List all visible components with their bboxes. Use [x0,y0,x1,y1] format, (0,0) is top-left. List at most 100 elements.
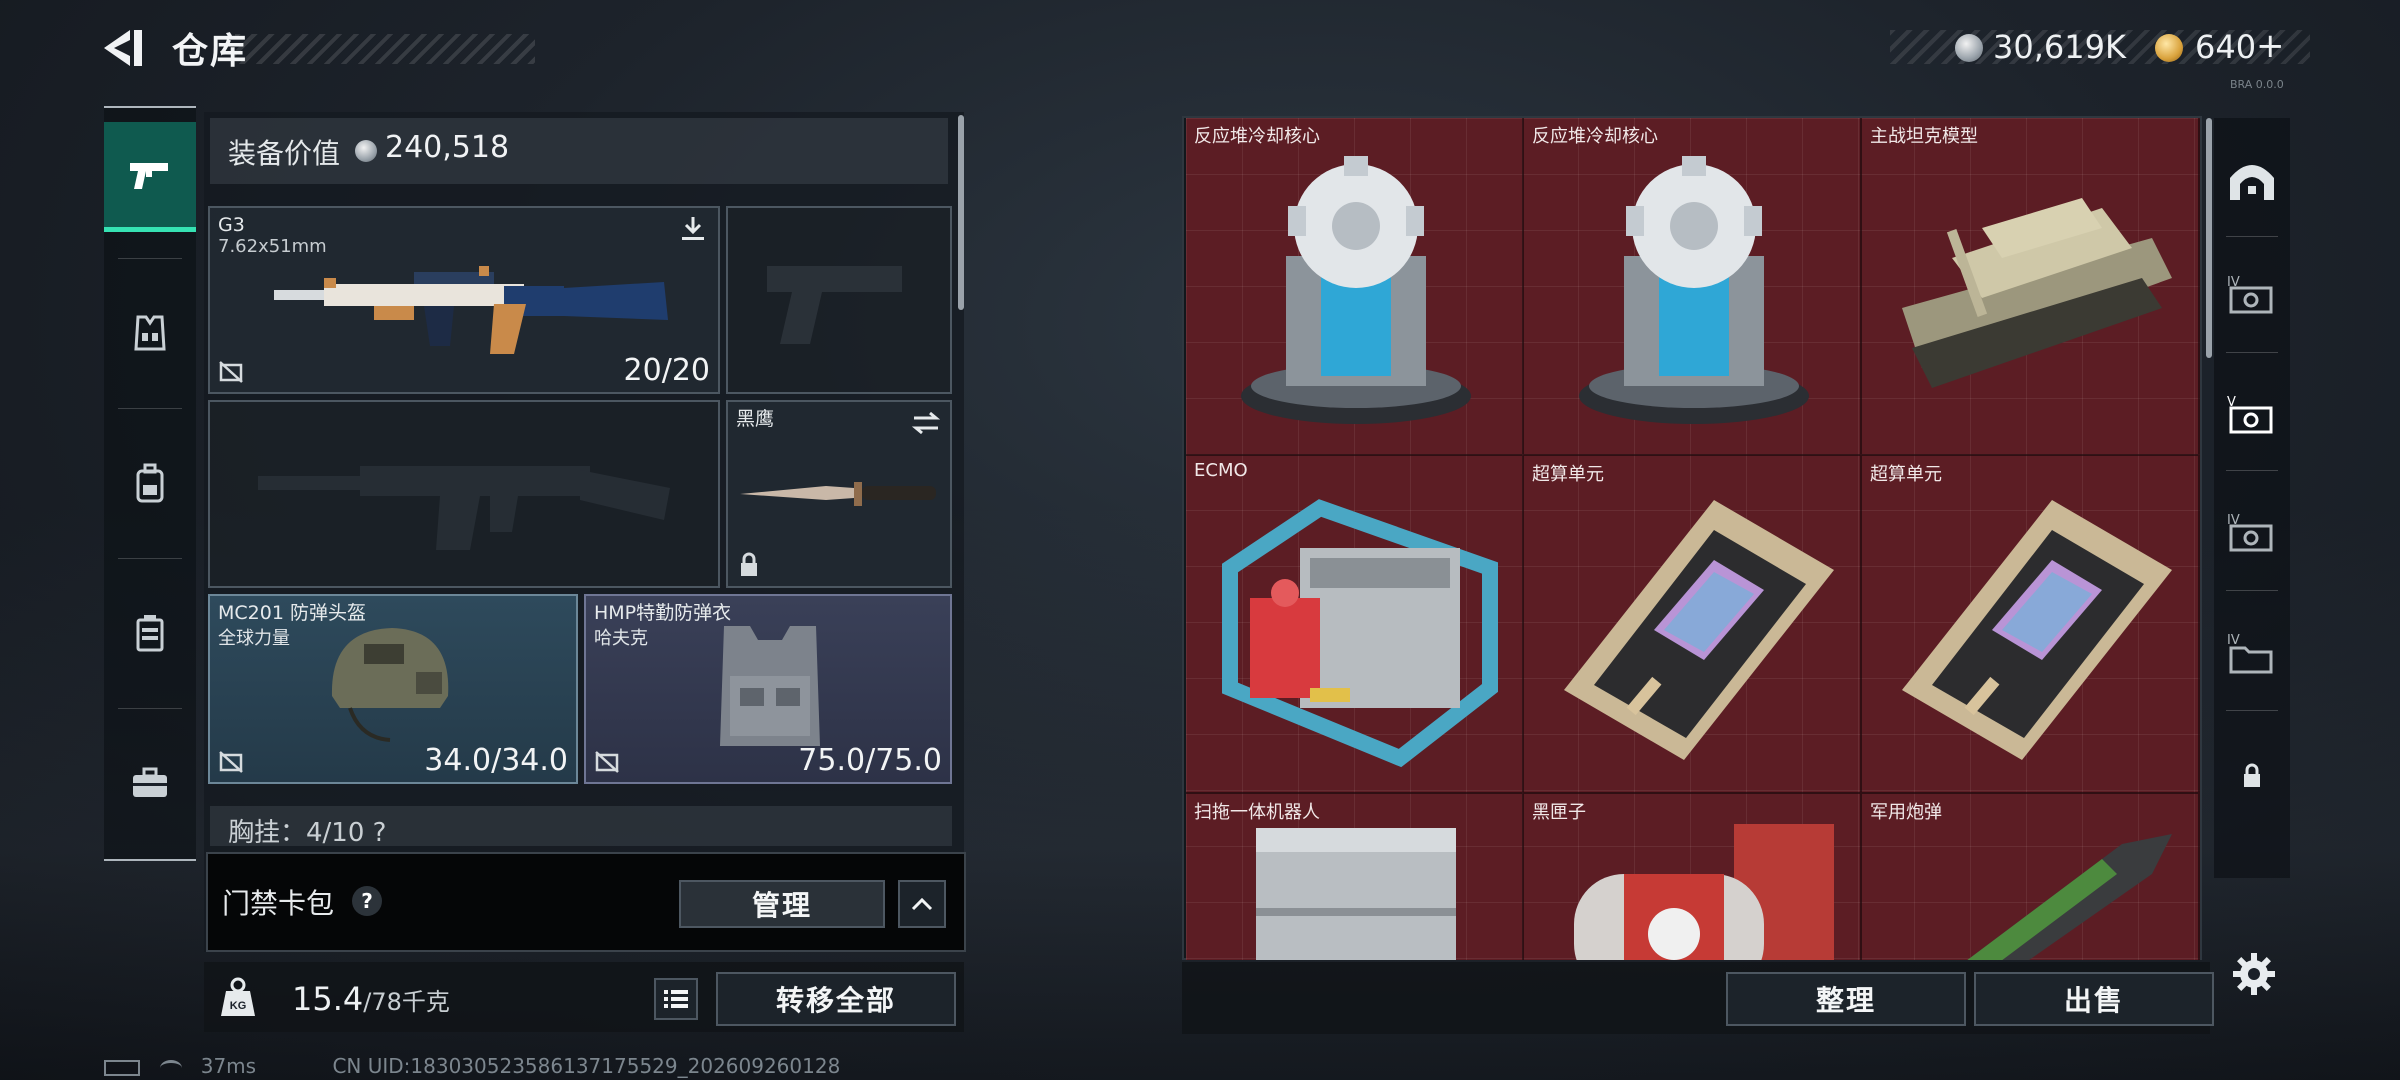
nav-item-case[interactable] [104,728,196,838]
stash-item[interactable]: 军用炮弹 [1862,794,2200,960]
stash-grid: 反应堆冷却核心 反应堆冷却核心 主战坦克模型 ECMO 超算单元 超算单元 扫拖… [1186,118,2200,960]
knife-image [740,482,936,506]
g3-rifle-image [274,266,668,354]
tab-folder[interactable]: IV [2214,598,2290,706]
stash-item[interactable]: 反应堆冷却核心 [1524,118,1862,456]
stash-item[interactable]: 主战坦克模型 [1862,118,2200,456]
helmet-durability: 34.0/34.0 [424,743,568,778]
stash-item[interactable]: 黑匣子 [1524,794,1862,960]
rig-icon [136,615,164,652]
melee-slot[interactable]: 黑鹰 [726,400,952,588]
tab-locked[interactable] [2214,722,2290,830]
equipment-value-label: 装备价值 [228,137,341,170]
weapon-name: G3 [218,214,245,236]
weight-kg-icon: KG [221,977,255,1016]
battery-icon [104,1059,140,1076]
equipment-value: 240,518 [385,130,510,165]
item-name: ECMO [1194,460,1248,481]
weapon-durability: 20/20 [623,353,710,388]
nav-item-chest-rig[interactable] [104,578,196,688]
keycard-manage-button[interactable]: 管理 [679,880,885,928]
armor-vest-image [720,626,820,746]
armor-brand: 哈夫克 [594,628,648,649]
currency-secondary-value: 640 [2195,28,2257,66]
item-name: 主战坦克模型 [1870,126,1978,147]
tab-case-2[interactable]: V [2214,360,2290,468]
collapse-button[interactable] [898,880,946,928]
stash-item[interactable]: 超算单元 [1862,456,2200,794]
tab-main-stash[interactable] [2214,126,2290,234]
weight-current: 15.4 [292,980,364,1018]
robot-vacuum-image [1256,828,1456,960]
lock-icon [2244,763,2260,787]
wifi-icon [160,1059,183,1076]
rifle-silhouette-icon [258,466,670,550]
stash-scrollbar[interactable] [2206,118,2212,358]
lock-icon [741,552,757,576]
item-name: 反应堆冷却核心 [1194,126,1320,147]
case-tier-icon: IV [2227,275,2273,314]
silver-coin-icon [1955,34,1983,62]
tab-case-3[interactable]: IV [2214,478,2290,586]
tab-tier-label: IV [2227,633,2240,648]
no-insure-icon [219,361,243,383]
weight-value: 15.4/78千克 [292,980,450,1018]
armor-slot[interactable]: HMP特勤防弹衣 哈夫克 75.0/75.0 [584,594,952,784]
download-icon[interactable] [678,214,708,244]
title-hatch-decoration [235,34,535,64]
chest-rig-label: 胸挂：4/10 ? [228,818,387,848]
gold-coin-icon [2155,34,2183,62]
ecmo-machine-image [1222,499,1498,768]
weight-icon-label: KG [230,1000,247,1012]
swap-icon[interactable] [910,410,942,436]
ping-value: 37ms [200,1054,257,1078]
nav-item-backpack[interactable] [104,428,196,538]
equipment-scrollbar[interactable] [958,115,964,310]
artillery-shell-image [1967,834,2172,960]
storage-arch-icon [2230,165,2274,200]
case-tier-icon: IV [2227,513,2273,552]
helmet-slot[interactable]: MC201 防弹头盔 全球力量 34.0/34.0 [208,594,578,784]
list-view-button[interactable] [654,978,698,1020]
keycard-help-button[interactable]: ? [352,886,382,916]
sell-button[interactable]: 出售 [1974,972,2214,1026]
back-button[interactable] [100,26,148,70]
primary-weapon-slot[interactable]: G3 7.62x51mm 20/20 [208,206,720,394]
nav-item-armor[interactable] [104,278,196,388]
no-insure-icon [219,751,243,773]
stash-item[interactable]: 扫拖一体机器人 [1186,794,1524,960]
backpack-icon [136,463,164,503]
briefcase-icon [133,767,167,797]
item-name: 反应堆冷却核心 [1532,126,1658,147]
list-icon [664,990,688,1008]
build-tag: BRA 0.0.0 [2230,78,2284,91]
secondary-weapon-slot[interactable] [208,400,720,588]
status-bar: 37ms CN UID:18303052358613717552​9_20260… [104,1054,840,1078]
reactor-core-image [1241,156,1471,424]
stash-item[interactable]: 超算单元 [1524,456,1862,794]
vest-icon [134,315,166,351]
tank-model-image [1902,198,2172,388]
stash-item[interactable]: ECMO [1186,456,1524,794]
silver-coin-icon [355,140,377,162]
case-tier-icon: V [2227,395,2273,434]
compute-unit-image [1902,500,2172,760]
page-title: 仓库 [172,31,249,72]
pistol-silhouette-icon [767,266,902,344]
uid-text: CN UID:18303052358613717552​9_2026092601… [332,1054,841,1078]
weight-max: /78千克 [363,988,450,1016]
stash-item[interactable]: 反应堆冷却核心 [1186,118,1524,456]
transfer-all-button[interactable]: 转移全部 [716,972,956,1026]
tab-case-1[interactable]: IV [2214,240,2290,348]
sort-button[interactable]: 整理 [1726,972,1966,1026]
nav-item-weapons[interactable] [104,122,196,232]
reactor-core-image [1579,156,1809,424]
add-currency-button[interactable]: + [2256,26,2285,66]
armor-durability: 75.0/75.0 [798,743,942,778]
pistol-slot[interactable] [726,206,952,394]
helmet-brand: 全球力量 [218,628,290,649]
knife-name: 黑鹰 [736,408,775,430]
settings-gear-icon[interactable] [2232,952,2276,996]
left-category-nav [104,106,196,861]
currency-primary-value: 30,619K [1993,28,2126,66]
